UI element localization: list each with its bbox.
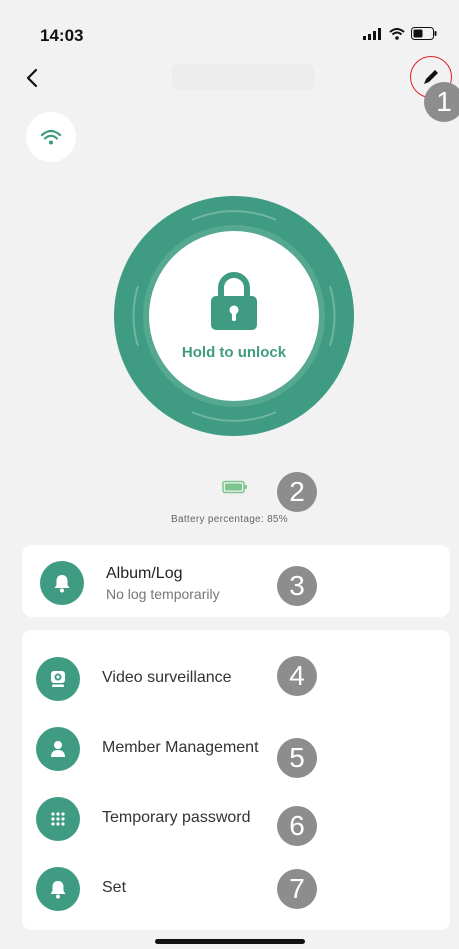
person-icon-circle	[36, 727, 80, 771]
wifi-status-icon	[389, 27, 405, 40]
marker-3: 3	[277, 566, 317, 606]
person-icon	[51, 741, 65, 757]
keypad-icon	[51, 812, 65, 826]
unlock-label: Hold to unlock	[181, 343, 287, 361]
marker-6: 6	[277, 806, 317, 846]
marker-2: 2	[277, 472, 317, 512]
wifi-connection-badge	[26, 112, 76, 162]
marker-4: 4	[277, 656, 317, 696]
page-title-area	[172, 64, 314, 90]
album-log-icon-circle	[40, 561, 84, 605]
wifi-icon	[40, 129, 62, 145]
album-log-card[interactable]: Album/Log No log temporarily	[22, 545, 450, 617]
bell-icon	[54, 575, 70, 593]
battery-icon	[222, 480, 247, 494]
bell-icon	[50, 881, 66, 899]
padlock-icon	[211, 271, 257, 330]
menu-item-label: Member Management	[102, 739, 259, 756]
marker-5: 5	[277, 738, 317, 778]
status-icons	[363, 27, 437, 40]
menu-item-temporary-password[interactable]: Temporary password	[22, 794, 450, 844]
album-log-title: Album/Log	[106, 565, 183, 582]
battery-status-icon	[411, 27, 437, 40]
menu-item-label: Video surveillance	[102, 669, 232, 686]
back-button[interactable]	[20, 64, 44, 92]
signal-icon	[363, 27, 381, 40]
menu-item-set[interactable]: Set	[22, 864, 450, 914]
keypad-icon-circle	[36, 797, 80, 841]
bell-icon-circle	[36, 867, 80, 911]
menu-item-label: Temporary password	[102, 809, 251, 826]
menu-item-member-management[interactable]: Member Management	[22, 724, 450, 774]
battery-percentage-text: Battery percentage: 85%	[171, 514, 288, 525]
album-log-subtitle: No log temporarily	[106, 586, 220, 602]
status-time: 14:03	[40, 26, 84, 45]
chevron-left-icon	[26, 68, 38, 88]
camera-icon	[51, 671, 65, 687]
menu-item-video-surveillance[interactable]: Video surveillance	[22, 654, 450, 704]
marker-1: 1	[424, 82, 459, 122]
camera-icon-circle	[36, 657, 80, 701]
marker-7: 7	[277, 869, 317, 909]
unlock-button[interactable]: Hold to unlock	[149, 231, 319, 401]
menu-item-label: Set	[102, 879, 127, 896]
feature-menu-card: Video surveillance Member Management Tem…	[22, 630, 450, 930]
home-indicator[interactable]	[155, 939, 305, 944]
